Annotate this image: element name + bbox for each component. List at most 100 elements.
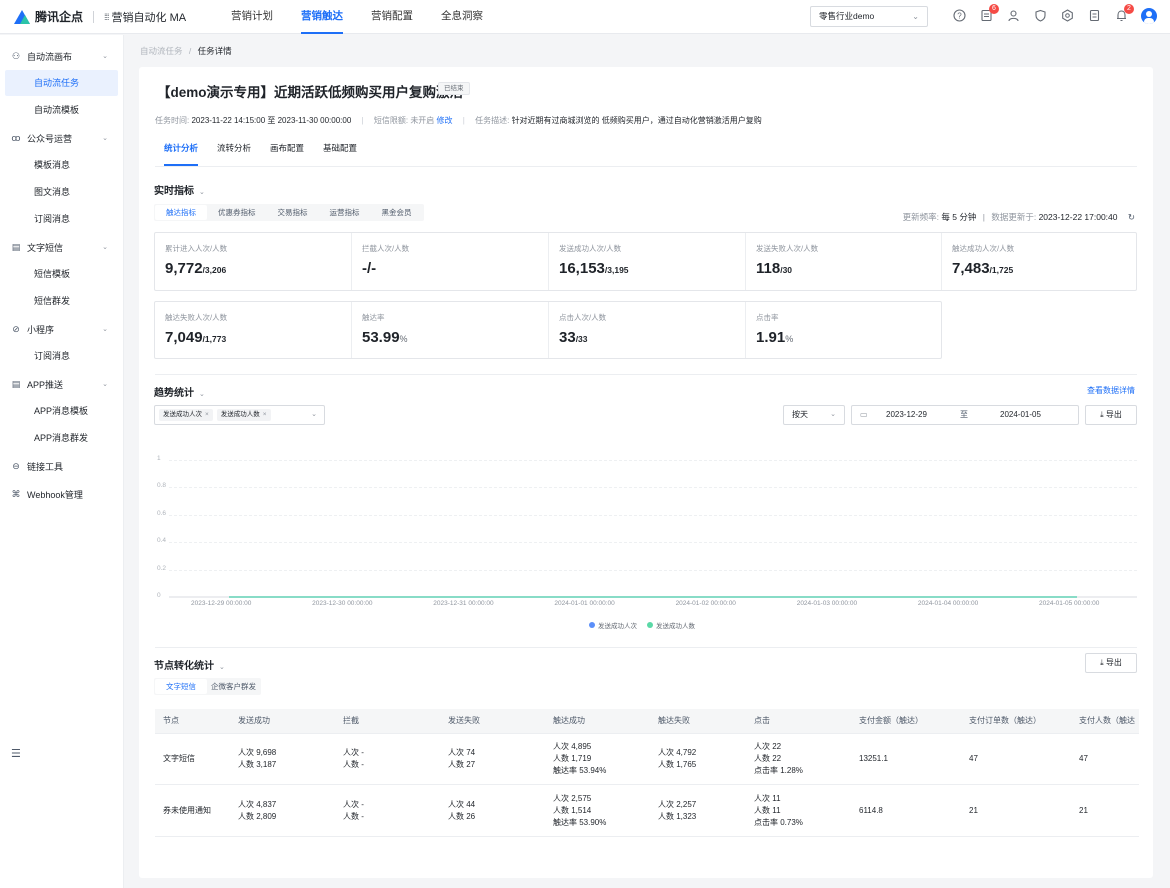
metric-label: 触达率 (362, 313, 385, 322)
detail-tabs: 统计分析 流转分析 画布配置 基础配置 (164, 142, 376, 166)
subtab-coupon[interactable]: 优惠券指标 (207, 205, 267, 220)
sidebar-item-sms-template[interactable]: 短信模板 (5, 261, 118, 287)
subtab-ops[interactable]: 运营指标 (319, 205, 371, 220)
realtime-title[interactable]: 实时指标 ⌄ (154, 182, 205, 197)
collapse-menu-icon[interactable]: ☰ (11, 747, 21, 760)
metric-label: 点击率 (756, 313, 779, 322)
tenant-select[interactable]: 零售行业demo ⌄ (810, 6, 928, 27)
period-select[interactable]: 按天 ⌄ (783, 405, 845, 425)
table-cell: 人次 2,575 人数 1,514 触达率 53.90% (553, 793, 607, 827)
chevron-down-icon: ⌄ (912, 12, 919, 21)
close-icon[interactable]: × (205, 411, 209, 418)
breadcrumb-parent[interactable]: 自动流任务 (140, 46, 183, 56)
sidebar-group-sms[interactable]: ▤ 文字短信 ⌄ (0, 234, 123, 260)
divider (155, 166, 1137, 167)
metric-value: 33 (559, 329, 576, 346)
trend-export-button[interactable]: ⤓ 导出 (1085, 405, 1137, 425)
notification-badge: 2 (1124, 3, 1134, 14)
sidebar-item-subscribe-msg[interactable]: 订阅消息 (5, 206, 118, 232)
subtab-wecom-group[interactable]: 企微客户群发 (207, 679, 260, 694)
table-cell: 6114.8 (859, 805, 883, 815)
node-subtabs: 文字短信 企微客户群发 (154, 678, 261, 695)
bell-icon[interactable]: 2 (1114, 3, 1134, 24)
document-icon[interactable] (1087, 9, 1102, 24)
metric-unit: % (399, 334, 408, 344)
product-switcher[interactable]: ⁞⁞⁞ 营销自动化 MA (104, 9, 186, 25)
tenant-value: 零售行业demo (819, 11, 875, 21)
chevron-down-icon: ⌄ (102, 53, 108, 60)
period-value: 按天 (792, 410, 808, 419)
sidebar-item-flow-templates[interactable]: 自动流模板 (5, 97, 118, 123)
subtab-reach[interactable]: 触达指标 (155, 205, 207, 220)
export-label: 导出 (1105, 658, 1122, 667)
sidebar-group-wechat[interactable]: ꝏ 公众号运营 ⌄ (0, 125, 123, 151)
sidebar: ⚇ 自动流画布 ⌄ 自动流任务 自动流模板 ꝏ 公众号运营 ⌄ 模板消息 图文消… (0, 35, 124, 888)
chevron-down-icon: ⌄ (199, 189, 205, 196)
metric-multiselect[interactable]: 发送成功人次 × 发送成功人数 × ⌄ (154, 405, 325, 425)
date-range-picker[interactable]: ▭ 2023-12-29 至 2024-01-05 (851, 405, 1079, 425)
date-from[interactable]: 2023-12-29 (886, 406, 927, 424)
x-tick-label: 2023-12-31 00:00:00 (433, 600, 494, 607)
tencent-qidian-logo[interactable]: 腾讯企点 (14, 8, 83, 25)
tasks-icon[interactable]: 6 (979, 3, 999, 24)
date-to[interactable]: 2024-01-05 (1000, 406, 1041, 424)
sidebar-item-app-mass[interactable]: APP消息群发 (5, 425, 118, 451)
refresh-icon[interactable]: ↻ (1128, 212, 1135, 222)
toolbar-icons: ? 6 2 (952, 3, 1157, 24)
subtab-trade[interactable]: 交易指标 (267, 205, 319, 220)
node-title[interactable]: 节点转化统计 ⌄ (154, 657, 225, 672)
sidebar-item-app-template[interactable]: APP消息模板 (5, 398, 118, 424)
node-export-button[interactable]: ⤓ 导出 (1085, 653, 1137, 673)
metric-sub: /33 (575, 334, 588, 344)
x-tick-label: 2024-01-03 00:00:00 (796, 600, 858, 607)
metric-card: 点击人次/人数 33/33 (549, 302, 746, 358)
view-data-detail-link[interactable]: 查看数据详情 (1087, 385, 1135, 396)
sidebar-group-miniprogram[interactable]: ⊘ 小程序 ⌄ (0, 316, 123, 342)
avatar[interactable] (1141, 8, 1157, 24)
metric-card: 发送成功人次/人数 16,153/3,195 (549, 233, 746, 290)
sidebar-group-webhook[interactable]: ⌘ Webhook管理 (0, 481, 123, 507)
tag-label: 发送成功人数 (220, 411, 260, 418)
sidebar-item-article-msg[interactable]: 图文消息 (5, 179, 118, 205)
legend-item[interactable]: 发送成功人次 (589, 620, 637, 630)
subtab-sms[interactable]: 文字短信 (155, 679, 207, 694)
metrics-row-1: 累计进入人次/人数 9,772/3,206 拦截人次/人数 -/- 发送成功人次/人… (154, 232, 1137, 291)
sidebar-group-label: APP推送 (27, 379, 64, 390)
user-icon[interactable] (1006, 9, 1021, 24)
metric-value: 7,483 (952, 260, 990, 277)
nav-marketing-plan[interactable]: 营销计划 (231, 0, 273, 34)
time-value: 2023-11-22 14:15:00 至 2023-11-30 00:00:0… (191, 116, 352, 125)
help-icon[interactable]: ? (952, 8, 967, 24)
tab-flow-analysis[interactable]: 流转分析 (217, 142, 251, 160)
trend-title[interactable]: 趋势统计 ⌄ (154, 384, 205, 399)
shield-icon[interactable] (1033, 9, 1048, 24)
nav-insight[interactable]: 全息洞察 (441, 0, 483, 34)
page-title: 【demo演示专用】近期活跃低频购买用户复购激活 (157, 85, 464, 100)
sidebar-item-sms-mass[interactable]: 短信群发 (5, 288, 118, 314)
subtab-vip[interactable]: 黑金会员 (371, 205, 423, 220)
sidebar-item-template-msg[interactable]: 模板消息 (5, 152, 118, 178)
nav-marketing-config[interactable]: 营销配置 (371, 0, 413, 34)
tab-basic-config[interactable]: 基础配置 (323, 142, 357, 160)
nav-marketing-reach[interactable]: 营销触达 (301, 0, 343, 34)
quota-edit-link[interactable]: 修改 (437, 116, 453, 125)
table-cell: 人次 - 人数 - (343, 799, 364, 821)
tab-canvas-config[interactable]: 画布配置 (270, 142, 304, 160)
divider (93, 10, 95, 23)
sidebar-group-flow[interactable]: ⚇ 自动流画布 ⌄ (0, 43, 123, 69)
legend-item[interactable]: 发送成功人数 (647, 620, 695, 630)
close-icon[interactable]: × (263, 411, 267, 418)
column-header: 拦截 (335, 709, 440, 733)
svg-text:?: ? (957, 11, 962, 20)
metric-card: 触达成功人次/人数 7,483/1,725 (942, 233, 1137, 290)
sidebar-group-link[interactable]: ⊖ 链接工具 (0, 453, 123, 479)
table-cell: 人次 2,257 人数 1,323 (658, 799, 697, 821)
column-header: 发送失败 (440, 709, 545, 733)
settings-icon[interactable] (1060, 8, 1075, 24)
sidebar-group-push[interactable]: ▤ APP推送 ⌄ (0, 371, 123, 397)
sidebar-item-flow-tasks[interactable]: 自动流任务 (5, 70, 118, 96)
sidebar-item-mp-subscribe[interactable]: 订阅消息 (5, 343, 118, 369)
metric-value: 1.91 (756, 329, 786, 346)
tab-statistics[interactable]: 统计分析 (164, 142, 199, 166)
updated-value: 2023-12-22 17:00:40 (1038, 212, 1118, 222)
